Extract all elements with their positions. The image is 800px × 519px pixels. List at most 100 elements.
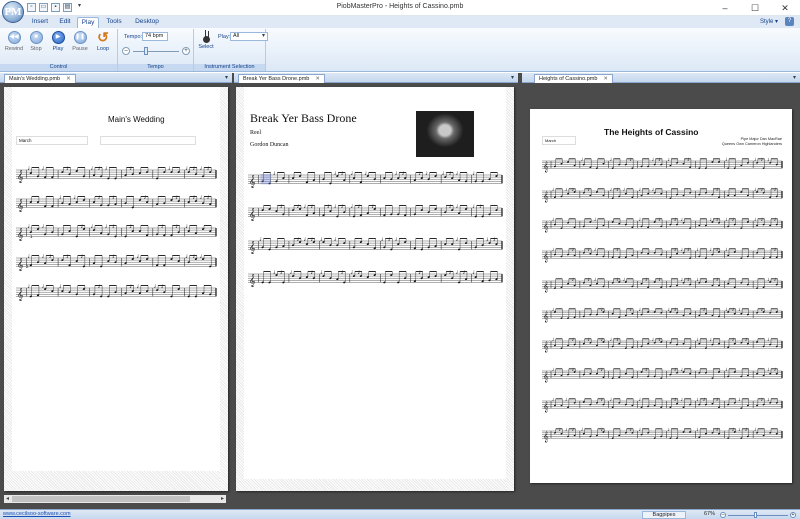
selection-highlight[interactable] <box>260 174 272 185</box>
instrument-indicator[interactable]: Bagpipes <box>642 511 686 519</box>
help-icon[interactable]: ? <box>785 17 794 26</box>
ending-label: 1 <box>30 234 33 239</box>
staff[interactable]: 𝄞 <box>542 397 783 413</box>
scrollbar-thumb[interactable] <box>12 496 190 502</box>
treble-clef-icon: 𝄞 <box>17 258 23 271</box>
app-menu-button[interactable]: PM <box>2 1 24 23</box>
close-icon[interactable]: ✕ <box>770 0 800 16</box>
treble-clef-icon: 𝄞 <box>543 162 549 173</box>
tab-edit[interactable]: Edit <box>54 17 76 28</box>
tab-insert[interactable]: Insert <box>26 17 54 28</box>
treble-clef-icon: 𝄞 <box>543 372 549 383</box>
zoom-slider-thumb[interactable] <box>753 512 757 518</box>
title-bar: PM ▫ ▭ ▪ ▤ ▾ PiobMasterPro - Heights of … <box>0 0 800 23</box>
scroll-left-icon[interactable]: ◂ <box>4 495 11 503</box>
close-tab-icon[interactable]: ✕ <box>66 75 71 83</box>
tab-list-chevron-icon[interactable]: ▾ <box>225 74 228 81</box>
loop-icon: ↺ <box>97 29 109 45</box>
scroll-right-icon[interactable]: ▸ <box>219 495 226 503</box>
treble-clef-icon: 𝄞 <box>543 282 549 293</box>
score-page: Break Yer Bass Drone Reel Gordon Duncan … <box>236 87 514 491</box>
treble-clef-icon: 𝄞 <box>543 222 549 233</box>
staff[interactable]: 𝄞 <box>16 195 217 212</box>
document-pane-heights-of-cassino: Heights of Cassino.pmb ✕ ▾ The Heights of… <box>522 73 800 509</box>
doc-tab-heights-of-cassino[interactable]: Heights of Cassino.pmb ✕ <box>534 74 613 83</box>
zoom-slider-track <box>728 515 788 516</box>
instrument-group-label: Instrument Selection <box>194 64 265 71</box>
treble-clef-icon: 𝄞 <box>249 208 255 221</box>
tab-tools[interactable]: Tools <box>101 17 127 28</box>
loop-button[interactable]: ↺ Loop <box>92 29 114 52</box>
staff[interactable]: 𝄞 <box>542 427 783 443</box>
play-instrument-select[interactable]: All <box>230 32 268 41</box>
tab-play[interactable]: Play <box>77 17 99 28</box>
treble-clef-icon: 𝄞 <box>543 432 549 443</box>
treble-clef-icon: 𝄞 <box>17 288 23 301</box>
control-group-label: Control <box>0 64 117 71</box>
staff[interactable]: 𝄞 <box>248 270 503 287</box>
doc-tab-mains-wedding[interactable]: Main's Wedding.pmb ✕ <box>4 74 76 83</box>
ribbon-tabs: Insert Edit Play Tools Desktop Style ▾ ? <box>0 16 800 28</box>
treble-clef-icon: 𝄞 <box>17 228 23 241</box>
treble-clef-icon: 𝄞 <box>249 241 255 254</box>
staff[interactable]: 𝄞 <box>16 224 217 241</box>
website-link[interactable]: www.cecilsoo-software.com <box>3 511 71 517</box>
staff[interactable]: 𝄞 <box>248 171 503 188</box>
rewind-icon: ◀◀ <box>7 31 21 44</box>
staff[interactable]: 𝄞 <box>542 367 783 383</box>
close-tab-icon[interactable]: ✕ <box>603 75 608 83</box>
staff[interactable]: 𝄞 <box>542 337 783 353</box>
zoom-in-icon[interactable]: + <box>790 512 796 518</box>
treble-clef-icon: 𝄞 <box>543 252 549 263</box>
tab-desktop[interactable]: Desktop <box>130 17 164 28</box>
select-instrument-button[interactable]: Select <box>197 30 215 50</box>
minimize-icon[interactable]: – <box>710 0 740 16</box>
staff[interactable]: 𝄞 <box>16 284 217 301</box>
music-staves[interactable]: 𝄞 𝄞 𝄞 𝄞 𝄞 <box>4 87 228 491</box>
zoom-out-icon[interactable]: – <box>720 512 726 518</box>
score-page: The Heights of Cassino March Pipe Major … <box>530 109 792 483</box>
stop-button[interactable]: ■ Stop <box>25 31 47 52</box>
doc-tab-break-yer-bass-drone[interactable]: Break Yer Bass Drone.pmb ✕ <box>238 74 325 83</box>
staff[interactable]: 𝄞 <box>248 204 503 221</box>
pause-button[interactable]: ❚❚ Pause <box>69 31 91 52</box>
close-tab-icon[interactable]: ✕ <box>315 75 320 83</box>
play-button[interactable]: ▶ Play <box>47 31 69 52</box>
horizontal-scrollbar[interactable]: ◂ ▸ <box>4 495 226 503</box>
staff[interactable]: 𝄞 <box>542 217 783 233</box>
select-label: Select <box>198 44 214 50</box>
tab-list-chevron-icon[interactable]: ▾ <box>793 74 796 81</box>
tempo-decrease-icon[interactable]: – <box>122 47 130 55</box>
zoom-slider[interactable]: – + <box>720 512 796 518</box>
staff[interactable]: 𝄞 <box>542 187 783 203</box>
music-staves[interactable]: 𝄞 𝄞 𝄞 𝄞 𝄞 𝄞 𝄞 𝄞 𝄞 𝄞 <box>530 109 792 483</box>
ending-label: 2 <box>26 264 29 269</box>
tab-list-chevron-icon[interactable]: ▾ <box>511 74 514 81</box>
staff[interactable]: 𝄞 <box>16 166 217 183</box>
tempo-slider[interactable]: – + <box>122 47 190 56</box>
doc-tab-label: Main's Wedding.pmb <box>9 76 61 82</box>
music-staves[interactable]: 𝄞 𝄞 𝄞 𝄞 <box>236 87 514 491</box>
treble-clef-icon: 𝄞 <box>249 175 255 188</box>
tempo-input[interactable]: 74 bpm <box>142 32 168 41</box>
staff[interactable]: 𝄞 <box>542 247 783 263</box>
document-workspace: Main's Wedding.pmb ✕ ▾ Main's Wedding Mar… <box>0 73 800 509</box>
rewind-button[interactable]: ◀◀ Rewind <box>3 31 25 52</box>
maximize-icon[interactable]: ☐ <box>740 0 770 16</box>
tempo-increase-icon[interactable]: + <box>182 47 190 55</box>
tempo-field-label: Tempo: <box>124 34 143 40</box>
staff[interactable]: 𝄞 <box>542 307 783 323</box>
document-pane-mains-wedding: Main's Wedding.pmb ✕ ▾ Main's Wedding Mar… <box>0 73 232 509</box>
tempo-slider-thumb[interactable] <box>144 47 148 55</box>
tempo-group: Tempo: 74 bpm – + Tempo <box>118 29 194 71</box>
staff[interactable]: 𝄞 <box>16 254 217 271</box>
staff[interactable]: 𝄞 <box>542 277 783 293</box>
style-menu[interactable]: Style ▾ <box>760 18 778 25</box>
staff[interactable]: 𝄞 <box>248 237 503 254</box>
loop-label: Loop <box>96 46 110 52</box>
score-page: Main's Wedding March 𝄞 𝄞 𝄞 𝄞 𝄞 1 2 <box>4 87 228 491</box>
stop-label: Stop <box>30 46 42 52</box>
instrument-group: Select Play: All Instrument Selection <box>194 29 268 71</box>
staff[interactable]: 𝄞 <box>542 157 783 173</box>
style-menu-label: Style <box>759 19 774 25</box>
